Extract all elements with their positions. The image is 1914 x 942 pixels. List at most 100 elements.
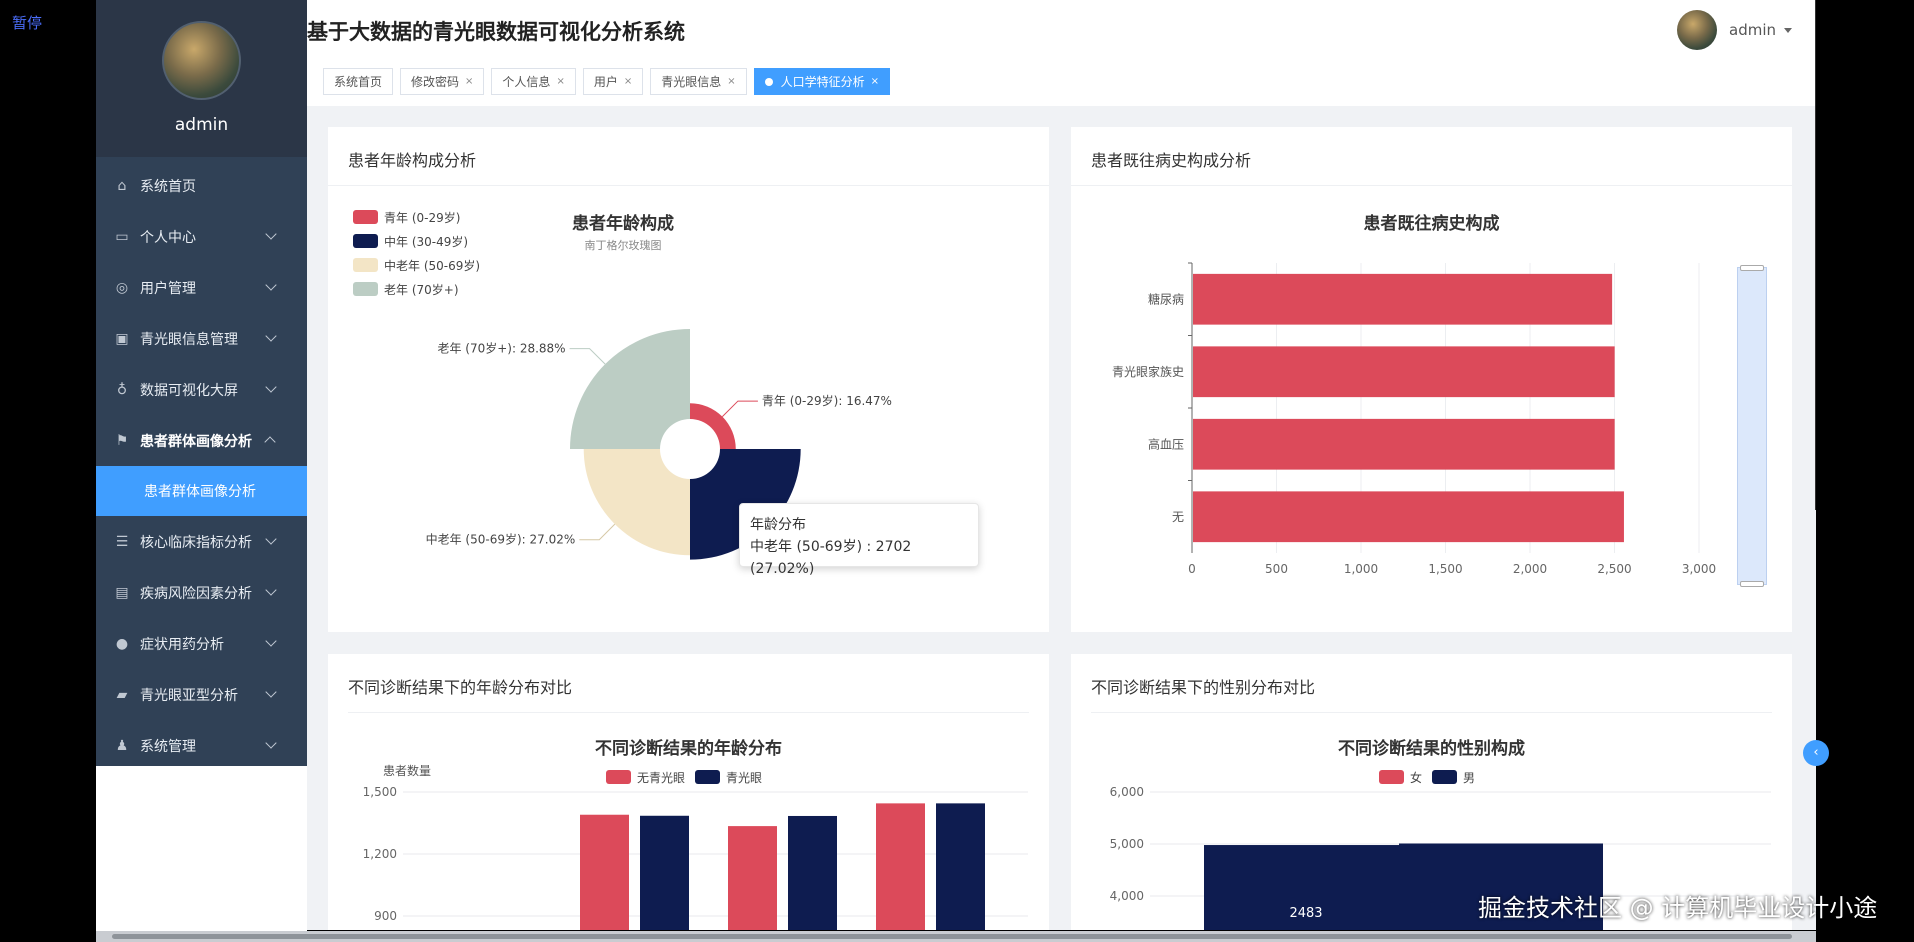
id-card-icon: ▤ bbox=[115, 584, 129, 601]
sidebar: admin ⌂ 系统首页 ▭ 个人中心 ◎ 用户管理 ▣ 青光眼信息管理 ♁ 数… bbox=[96, 0, 307, 766]
sidebar-subitem-patient-profile[interactable]: 患者群体画像分析 bbox=[96, 466, 307, 516]
y-tick-label: 5,000 bbox=[1110, 837, 1144, 851]
bar[interactable] bbox=[876, 803, 925, 930]
sidebar-item-data-screen[interactable]: ♁ 数据可视化大屏 bbox=[96, 364, 307, 415]
horizontal-scrollbar[interactable] bbox=[96, 931, 1816, 942]
bar[interactable] bbox=[640, 815, 689, 930]
close-icon[interactable]: × bbox=[871, 76, 879, 87]
tab-home[interactable]: 系统首页 bbox=[323, 68, 394, 95]
pause-label[interactable]: 暂停 bbox=[12, 12, 42, 33]
sidebar-item-risk-factors[interactable]: ▤ 疾病风险因素分析 bbox=[96, 567, 307, 618]
close-icon[interactable]: × bbox=[727, 76, 735, 87]
label-line bbox=[579, 523, 616, 541]
sidebar-item-label: 系统管理 bbox=[140, 738, 196, 755]
sidebar-item-label: 疾病风险因素分析 bbox=[140, 585, 252, 602]
main-content: 患者年龄构成分析 青年 (0-29岁) 中年 (30-49岁) 中老年 (50-… bbox=[307, 106, 1816, 930]
slider-handle-bottom[interactable] bbox=[1740, 581, 1764, 587]
avatar[interactable] bbox=[162, 21, 241, 100]
user-icon: ● bbox=[115, 635, 129, 652]
y-tick-label: 无 bbox=[1172, 510, 1184, 524]
card-icon: ▭ bbox=[115, 228, 129, 245]
chevron-down-icon bbox=[265, 533, 277, 545]
sidebar-item-label: 数据可视化大屏 bbox=[140, 382, 238, 399]
y-tick-label: 1,200 bbox=[363, 847, 397, 861]
x-tick-label: 500 bbox=[1265, 562, 1288, 576]
sidebar-item-glaucoma-info[interactable]: ▣ 青光眼信息管理 bbox=[96, 313, 307, 364]
tooltip-body: 中老年 (50-69岁) : 2702 (27.02%) bbox=[750, 539, 912, 577]
sidebar-item-subtype-analysis[interactable]: ▰ 青光眼亚型分析 bbox=[96, 669, 307, 720]
bar[interactable] bbox=[1193, 418, 1615, 470]
chevron-down-icon bbox=[265, 584, 277, 596]
tab-label: 用户 bbox=[593, 75, 618, 89]
tab-bar: 系统首页 修改密码 × 个人信息 × 用户 × 青光眼信息 × 人口学特征分析 × bbox=[323, 68, 897, 95]
top-header: 基于大数据的青光眼数据可视化分析系统 admin 系统首页 修改密码 × 个人信息… bbox=[307, 0, 1816, 106]
chevron-down-icon bbox=[265, 279, 277, 291]
sidebar-item-system-management[interactable]: ♟ 系统管理 bbox=[96, 720, 307, 771]
tab-label: 个人信息 bbox=[502, 75, 551, 89]
card-diagnosis-age: 不同诊断结果下的年龄分布对比 不同诊断结果的年龄分布 无青光眼 青光眼 患者数量… bbox=[328, 654, 1049, 930]
tab-change-password[interactable]: 修改密码 × bbox=[400, 68, 485, 95]
chevron-down-icon bbox=[265, 228, 277, 240]
watermark: 掘金技术社区 @ 计算机毕业设计小途 bbox=[1478, 894, 1878, 922]
y-tick-label: 900 bbox=[374, 909, 397, 923]
microphone-icon: ♁ bbox=[116, 381, 128, 398]
bar[interactable] bbox=[728, 826, 777, 930]
tab-glaucoma-info[interactable]: 青光眼信息 × bbox=[650, 68, 747, 95]
close-icon[interactable]: × bbox=[624, 76, 632, 87]
collapse-button[interactable]: ‹ bbox=[1803, 740, 1829, 766]
sidebar-item-label: 系统首页 bbox=[140, 178, 196, 195]
x-tick-label: 1,500 bbox=[1428, 562, 1462, 576]
label-line bbox=[569, 348, 606, 365]
chevron-down-icon bbox=[265, 737, 277, 749]
y-tick-label: 6,000 bbox=[1110, 785, 1144, 799]
bar-data-label: 2483 bbox=[1289, 906, 1322, 921]
avatar[interactable] bbox=[1677, 10, 1717, 50]
close-icon[interactable]: × bbox=[465, 76, 473, 87]
y-tick-label: 青光眼家族史 bbox=[1112, 364, 1184, 379]
bar[interactable] bbox=[1193, 491, 1624, 543]
tab-users[interactable]: 用户 × bbox=[582, 68, 644, 95]
sidebar-item-user-management[interactable]: ◎ 用户管理 bbox=[96, 262, 307, 313]
bar[interactable] bbox=[1193, 346, 1615, 398]
sidebar-item-home[interactable]: ⌂ 系统首页 bbox=[96, 160, 307, 211]
y-tick-label: 4,000 bbox=[1110, 889, 1144, 903]
pie-slice[interactable] bbox=[570, 329, 690, 449]
slider-handle-top[interactable] bbox=[1740, 265, 1764, 271]
slice-label: 中老年 (50-69岁): 27.02% bbox=[426, 532, 576, 547]
y-tick-label: 高血压 bbox=[1148, 436, 1184, 451]
bar[interactable] bbox=[936, 803, 985, 930]
history-bar-chart: 0 500 1,000 1,500 2,000 2,500 3,000 糖尿病青光眼家族史高血… bbox=[1112, 262, 1716, 576]
x-tick-label: 3,000 bbox=[1682, 562, 1716, 576]
wallet-icon: ▰ bbox=[116, 686, 128, 703]
sidebar-item-label: 青光眼信息管理 bbox=[140, 331, 238, 348]
sidebar-item-symptom-medication[interactable]: ● 症状用药分析 bbox=[96, 618, 307, 669]
tab-personal-info[interactable]: 个人信息 × bbox=[491, 68, 576, 95]
sidebar-item-label: 用户管理 bbox=[140, 280, 196, 297]
bar[interactable] bbox=[1193, 273, 1613, 325]
datazoom-slider[interactable] bbox=[1737, 265, 1767, 587]
label-line bbox=[722, 400, 758, 417]
home-icon: ⌂ bbox=[117, 177, 127, 194]
bar[interactable] bbox=[580, 814, 629, 930]
sidebar-item-clinical-indicators[interactable]: ☰ 核心临床指标分析 bbox=[96, 516, 307, 567]
sidebar-item-label: 患者群体画像分析 bbox=[144, 484, 256, 500]
sidebar-item-personal-center[interactable]: ▭ 个人中心 bbox=[96, 211, 307, 262]
x-tick-label: 0 bbox=[1188, 562, 1196, 576]
flag-icon: ⚑ bbox=[115, 432, 129, 449]
app-window: { "overlay": { "pause_label": "暂停", "wat… bbox=[0, 0, 1914, 942]
y-tick-label: 1,500 bbox=[363, 785, 397, 799]
user-menu[interactable]: admin bbox=[1677, 10, 1792, 50]
tooltip-title: 年龄分布 bbox=[750, 517, 806, 533]
bar[interactable] bbox=[788, 815, 837, 930]
active-dot-icon bbox=[764, 77, 773, 86]
scrollbar-thumb[interactable] bbox=[112, 934, 1792, 939]
slice-label: 青年 (0-29岁): 16.47% bbox=[762, 393, 892, 408]
chevron-down-icon bbox=[265, 381, 277, 393]
y-tick-label: 糖尿病 bbox=[1148, 291, 1184, 306]
x-tick-label: 2,000 bbox=[1513, 562, 1547, 576]
user-name[interactable]: admin bbox=[1729, 21, 1776, 39]
close-icon[interactable]: × bbox=[556, 76, 564, 87]
sidebar-item-patient-profile[interactable]: ⚑ 患者群体画像分析 bbox=[96, 415, 307, 466]
tab-demographics[interactable]: 人口学特征分析 × bbox=[753, 68, 891, 95]
chevron-down-icon bbox=[265, 686, 277, 698]
